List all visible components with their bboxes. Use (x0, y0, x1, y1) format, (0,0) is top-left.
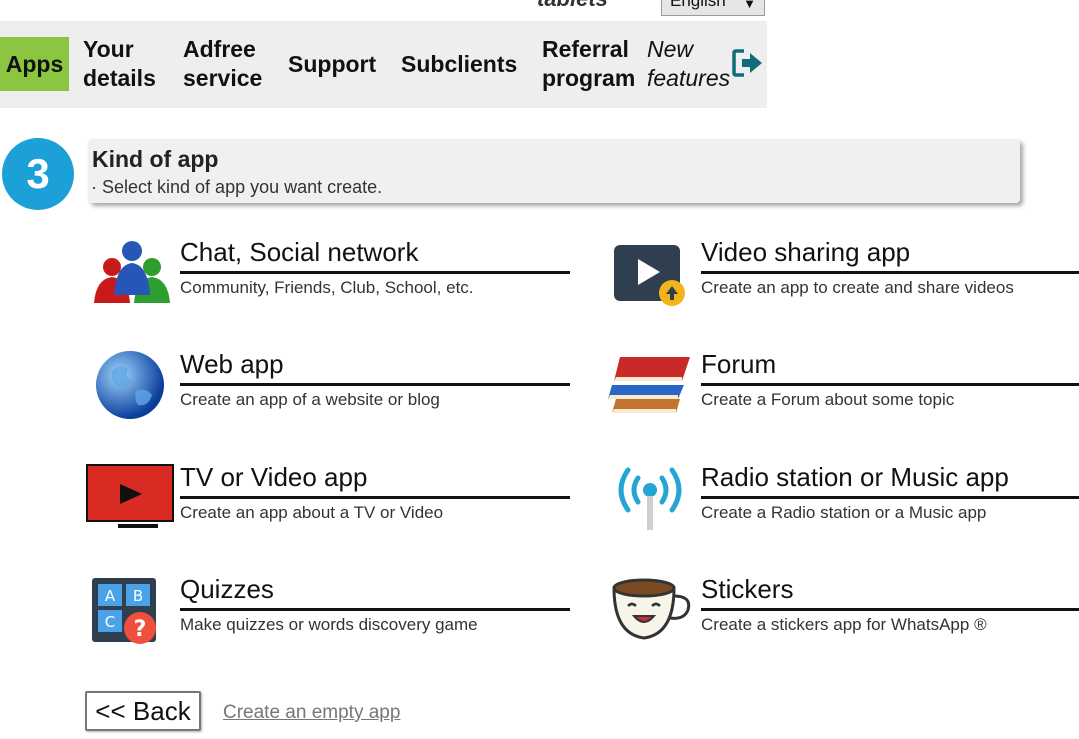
main-nav: Apps Your details Adfree service Support… (0, 21, 767, 108)
app-option-desc: Create a Radio station or a Music app (701, 503, 987, 522)
books-icon (608, 357, 690, 413)
nav-item-adfree-service[interactable]: Adfree service (183, 35, 268, 93)
app-option-title: Chat, Social network (180, 237, 419, 267)
app-option-title: Radio station or Music app (701, 462, 1009, 492)
nav-item-your-details[interactable]: Your details (83, 35, 163, 93)
logout-icon[interactable] (732, 48, 764, 78)
app-option-desc: Make quizzes or words discovery game (180, 615, 478, 634)
app-option-stickers[interactable]: Stickers Create a stickers app for Whats… (606, 574, 1079, 644)
app-option-title: TV or Video app (180, 462, 368, 492)
app-option-radio-music[interactable]: Radio station or Music app Create a Radi… (612, 462, 1079, 532)
divider (180, 383, 570, 386)
svg-text:?: ? (134, 617, 147, 642)
radio-antenna-icon (618, 467, 682, 530)
step-subtitle: · Select kind of app you want create. (91, 177, 383, 197)
app-option-chat[interactable]: Chat, Social network Community, Friends,… (86, 237, 570, 307)
nav-item-apps[interactable]: Apps (0, 37, 69, 91)
header-cut-text: tablets (537, 0, 608, 12)
svg-text:A: A (105, 587, 116, 605)
step-header: Kind of app · Select kind of app you wan… (88, 139, 1020, 203)
people-icon (94, 241, 170, 303)
app-option-title: Quizzes (180, 574, 274, 604)
svg-text:B: B (133, 587, 143, 605)
app-option-desc: Create an app of a website or blog (180, 390, 440, 409)
quiz-icon: A B C ? (92, 578, 156, 644)
svg-text:C: C (105, 613, 115, 631)
language-select[interactable]: English ▼ (661, 0, 765, 16)
nav-item-referral-program[interactable]: Referral program (542, 35, 637, 93)
app-option-title: Video sharing app (701, 237, 911, 267)
video-upload-icon (614, 245, 685, 306)
app-option-desc: Create an app about a TV or Video (180, 503, 444, 522)
step-number-badge: 3 (2, 138, 74, 210)
app-option-video-sharing[interactable]: Video sharing app Create an app to creat… (612, 237, 1079, 307)
app-option-web-app[interactable]: Web app Create an app of a website or bl… (86, 349, 570, 419)
app-option-forum[interactable]: Forum Create a Forum about some topic (606, 349, 1079, 419)
dropdown-arrow-icon: ▼ (743, 0, 756, 11)
divider (180, 271, 570, 274)
app-option-quizzes[interactable]: A B C ? Quizzes Make quizzes or words di… (86, 574, 570, 644)
divider (701, 271, 1079, 274)
divider (180, 496, 570, 499)
nav-item-new-features[interactable]: New features (647, 35, 733, 93)
divider (701, 383, 1079, 386)
coffee-cup-icon (612, 578, 691, 640)
app-option-desc: Create an app to create and share videos (701, 278, 1014, 297)
globe-icon (96, 351, 164, 419)
divider (701, 496, 1079, 499)
app-option-tv-video[interactable]: TV or Video app Create an app about a TV… (86, 462, 570, 532)
divider (701, 608, 1079, 611)
app-option-title: Stickers (701, 574, 794, 604)
app-option-desc: Community, Friends, Club, School, etc. (180, 278, 474, 297)
divider (180, 608, 570, 611)
app-option-title: Web app (180, 349, 284, 379)
app-option-title: Forum (701, 349, 777, 379)
back-button[interactable]: << Back (85, 691, 201, 731)
tv-icon (86, 464, 174, 528)
nav-item-support[interactable]: Support (288, 50, 376, 79)
create-empty-app-link[interactable]: Create an empty app (223, 702, 400, 724)
step-title: Kind of app (92, 146, 219, 172)
language-selected: English (670, 0, 726, 10)
nav-item-subclients[interactable]: Subclients (401, 50, 517, 79)
app-option-desc: Create a Forum about some topic (701, 390, 955, 409)
app-option-desc: Create a stickers app for WhatsApp ® (701, 615, 987, 634)
